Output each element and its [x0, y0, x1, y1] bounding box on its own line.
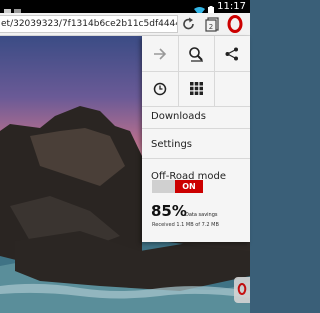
speed-dial-icon [189, 82, 203, 95]
toggle-off-side [152, 180, 175, 193]
reload-icon[interactable] [182, 16, 196, 32]
forward-arrow-icon [153, 47, 167, 60]
url-field[interactable]: et/32039323/7f1314b6ce2b11c5df44446d4466… [0, 15, 178, 33]
history-button[interactable] [142, 71, 178, 106]
menu-icon-grid [142, 36, 250, 106]
status-bar: 11:17 [0, 0, 250, 16]
share-button[interactable] [214, 36, 250, 71]
forward-button[interactable] [142, 36, 178, 71]
tabs-icon[interactable]: 2 [205, 17, 219, 32]
toggle-on-label: ON [175, 180, 203, 193]
speed-dial-button[interactable] [178, 71, 214, 106]
grid-divider [142, 71, 250, 72]
history-icon [153, 82, 167, 96]
menu-divider [142, 106, 250, 107]
share-icon [225, 47, 239, 61]
find-in-page-icon [188, 46, 204, 62]
svg-text:2: 2 [209, 23, 213, 31]
status-time: 11:17 [217, 1, 246, 12]
off-road-toggle[interactable]: ON [152, 180, 203, 193]
notification-icons [4, 2, 24, 15]
menu-divider [142, 158, 250, 159]
data-savings-label: Data savings [185, 212, 218, 218]
downloads-menu-item[interactable]: Downloads [151, 111, 206, 122]
find-in-page-button[interactable] [178, 36, 214, 71]
data-savings-percent: 85% [151, 202, 187, 220]
opera-logo-icon [237, 281, 247, 300]
data-received-text: Received 1.1 MB of 7.2 MB [152, 222, 219, 228]
browser-toolbar: et/32039323/7f1314b6ce2b11c5df44446d4466… [0, 13, 250, 36]
menu-divider [142, 128, 250, 129]
opera-menu-panel: Downloads Settings Off-Road mode ON 85% … [142, 36, 250, 242]
discover-icon [225, 82, 239, 96]
discover-button[interactable] [214, 71, 250, 106]
opera-menu-icon[interactable] [225, 14, 245, 34]
settings-menu-item[interactable]: Settings [151, 139, 192, 150]
opera-side-badge[interactable] [234, 277, 250, 303]
